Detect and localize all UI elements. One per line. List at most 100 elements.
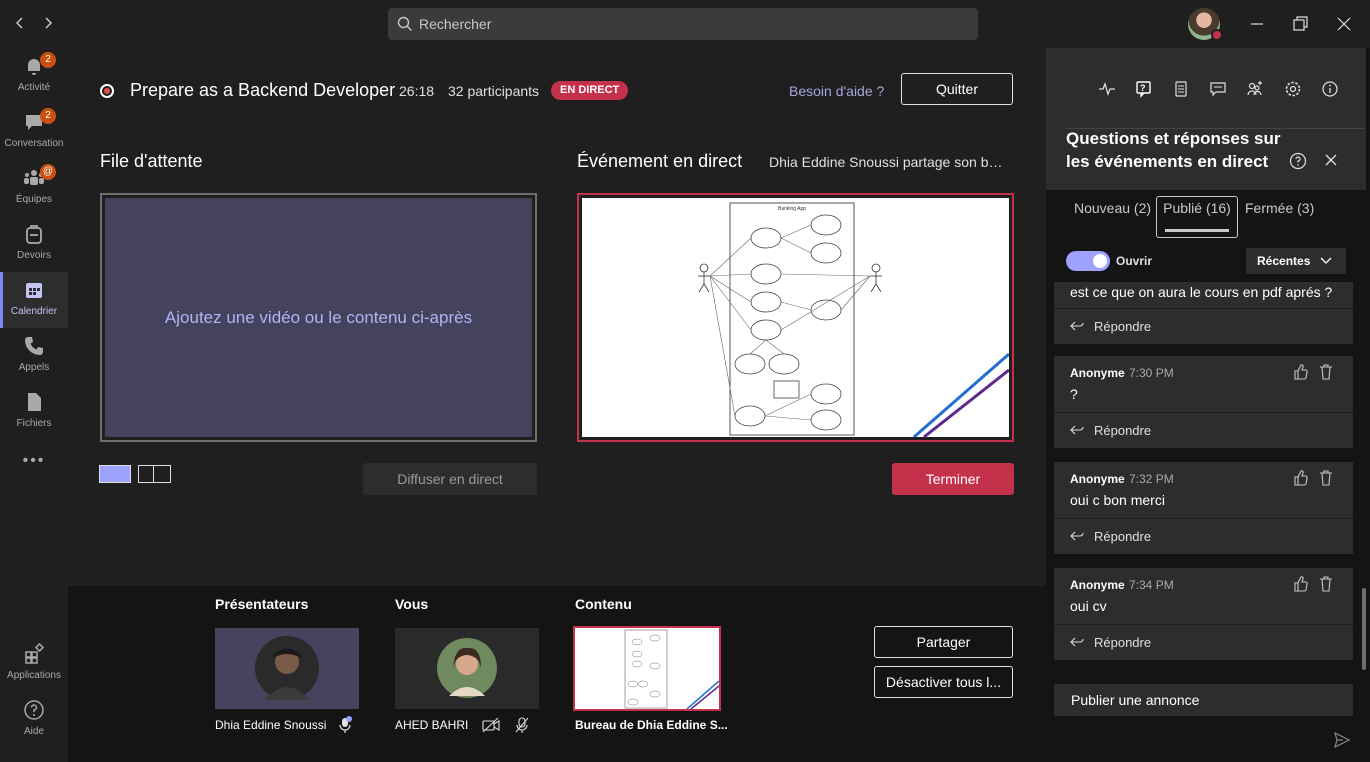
rail-label: Conversation — [4, 138, 64, 149]
chat-bubble-icon[interactable] — [1209, 80, 1227, 98]
layout-single-button[interactable] — [99, 465, 131, 483]
queue-preview[interactable]: Ajoutez une vidéo ou le contenu ci-après — [100, 193, 537, 442]
question-circle-icon[interactable] — [1289, 152, 1307, 170]
more-apps-button[interactable]: ••• — [0, 448, 68, 488]
trash-icon[interactable] — [1319, 364, 1333, 380]
live-preview[interactable]: Banking App — [577, 193, 1014, 442]
reply-button[interactable]: Répondre — [1054, 518, 1353, 554]
calendar-icon — [26, 283, 42, 298]
reply-button[interactable]: Répondre — [1054, 308, 1353, 344]
reply-icon — [1070, 321, 1084, 331]
rail-item-calendar[interactable]: Calendrier — [0, 272, 68, 328]
mute-all-button[interactable]: Désactiver tous l... — [874, 666, 1013, 698]
thumbs-up-icon[interactable] — [1294, 364, 1308, 380]
restore-icon[interactable] — [1288, 12, 1312, 36]
rail-label: Aide — [23, 726, 44, 737]
rail-label: Fichiers — [16, 418, 52, 429]
recording-icon — [100, 84, 114, 98]
qa-panel: ? Questions et réponses sur les événemen… — [1046, 48, 1370, 762]
event-timer: 26:18 — [399, 83, 435, 99]
reply-icon — [1070, 637, 1084, 647]
rail-item-files[interactable]: Fichiers — [0, 384, 68, 440]
send-icon[interactable] — [1333, 731, 1351, 749]
reply-icon — [1070, 425, 1084, 435]
search-input[interactable]: Rechercher — [388, 8, 978, 40]
live-sharing-text: Dhia Eddine Snoussi partage son bureau — [769, 154, 1009, 170]
question-text: oui c bon merci — [1070, 492, 1165, 508]
close-window-icon[interactable] — [1332, 12, 1356, 36]
content-thumbnail[interactable] — [573, 626, 721, 711]
qa-open-toggle[interactable] — [1066, 251, 1110, 271]
user-avatar[interactable] — [1188, 8, 1223, 41]
search-placeholder: Rechercher — [419, 16, 492, 32]
rail-item-apps[interactable]: Applications — [0, 636, 68, 692]
tab-new[interactable]: Nouveau (2) — [1074, 200, 1151, 216]
notes-icon[interactable] — [1172, 80, 1190, 98]
app-rail: 2 Activité 2 Conversation @ Équipes Devo… — [0, 48, 68, 762]
presenters-heading: Présentateurs — [215, 596, 309, 612]
thumbs-up-icon[interactable] — [1294, 470, 1308, 486]
you-thumbnail[interactable] — [395, 628, 539, 709]
queue-placeholder-text: Ajoutez une vidéo ou le contenu ci-après — [164, 307, 473, 327]
content-name: Bureau de Dhia Eddine S... — [575, 718, 728, 732]
qa-list: est ce que on aura le cours en pdf aprés… — [1046, 282, 1366, 678]
forward-arrow-icon[interactable] — [38, 13, 58, 33]
tab-closed[interactable]: Fermée (3) — [1245, 200, 1314, 216]
microphone-off-icon[interactable] — [514, 716, 530, 734]
presenter-thumbnail[interactable] — [215, 628, 359, 709]
svg-text:?: ? — [1140, 83, 1146, 93]
reply-label: Répondre — [1094, 423, 1152, 438]
more-icon: ••• — [22, 452, 46, 469]
apps-icon — [25, 642, 45, 664]
qa-panel-title: Questions et réponses sur les événements… — [1066, 129, 1281, 171]
content-heading: Contenu — [575, 596, 632, 612]
publish-announcement-button[interactable]: Publier une annonce — [1054, 684, 1353, 716]
teams-badge: @ — [40, 164, 56, 180]
end-event-button[interactable]: Terminer — [892, 463, 1014, 495]
question-author: Anonyme — [1070, 472, 1125, 486]
rail-item-help[interactable]: Aide — [0, 692, 68, 748]
rail-item-calls[interactable]: Appels — [0, 328, 68, 384]
rail-item-activity[interactable]: 2 Activité — [0, 48, 68, 104]
close-icon[interactable] — [1323, 152, 1339, 168]
title-bar: Rechercher — [0, 0, 1370, 48]
back-arrow-icon[interactable] — [10, 13, 30, 33]
trash-icon[interactable] — [1319, 470, 1333, 486]
activity-pulse-icon[interactable] — [1098, 80, 1116, 98]
sort-label: Récentes — [1257, 254, 1311, 268]
rail-item-assignments[interactable]: Devoirs — [0, 216, 68, 272]
help-link[interactable]: Besoin d'aide ? — [789, 83, 884, 99]
reply-button[interactable]: Répondre — [1054, 624, 1353, 660]
quit-button[interactable]: Quitter — [901, 73, 1013, 105]
rail-item-teams[interactable]: @ Équipes — [0, 160, 68, 216]
info-icon[interactable] — [1321, 80, 1339, 98]
sort-dropdown[interactable]: Récentes — [1246, 248, 1346, 274]
qa-scrollbar[interactable] — [1362, 588, 1366, 670]
trash-icon[interactable] — [1319, 576, 1333, 592]
event-title: Prepare as a Backend Developer — [130, 80, 396, 100]
qa-panel-header: ? Questions et réponses sur les événemen… — [1046, 48, 1366, 190]
gear-icon[interactable] — [1284, 80, 1302, 98]
minimize-icon[interactable] — [1245, 12, 1269, 36]
question-time: 7:30 PM — [1129, 366, 1174, 380]
thumbs-up-icon[interactable] — [1294, 576, 1308, 592]
add-participants-icon[interactable] — [1246, 80, 1264, 98]
question-author: Anonyme — [1070, 578, 1125, 592]
rail-item-chat[interactable]: 2 Conversation — [0, 104, 68, 160]
tab-published[interactable]: Publié (16) — [1156, 196, 1238, 238]
reply-button[interactable]: Répondre — [1054, 412, 1353, 448]
qa-icon[interactable]: ? — [1135, 80, 1153, 98]
question-card: est ce que on aura le cours en pdf aprés… — [1054, 282, 1353, 344]
presenter-name: Dhia Eddine Snoussi — [215, 718, 327, 732]
microphone-icon — [339, 716, 352, 733]
activity-badge: 2 — [40, 52, 56, 68]
rail-label: Calendrier — [10, 306, 58, 317]
file-icon — [28, 393, 41, 411]
layout-split-button[interactable] — [138, 465, 171, 483]
broadcast-button[interactable]: Diffuser en direct — [363, 463, 537, 495]
share-button[interactable]: Partager — [874, 626, 1013, 658]
camera-off-icon[interactable] — [482, 717, 500, 733]
reply-label: Répondre — [1094, 635, 1152, 650]
rail-label: Appels — [18, 362, 50, 373]
qa-open-label: Ouvrir — [1116, 254, 1153, 268]
